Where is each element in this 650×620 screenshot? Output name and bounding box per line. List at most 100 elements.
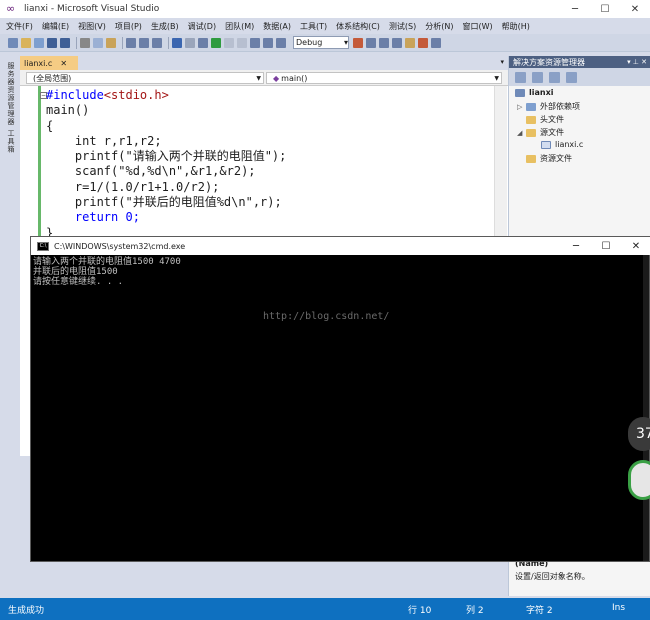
show-all-files-icon[interactable] bbox=[532, 71, 543, 83]
menu-analyze[interactable]: 分析(N) bbox=[425, 21, 453, 32]
console-minimize-button[interactable]: ─ bbox=[561, 237, 591, 255]
save-icon[interactable] bbox=[47, 37, 57, 48]
refresh-icon[interactable] bbox=[549, 71, 560, 83]
menu-view[interactable]: 视图(V) bbox=[78, 21, 106, 32]
tree-item-label: 头文件 bbox=[540, 115, 564, 124]
navigate-icon[interactable] bbox=[198, 37, 208, 48]
start-debugging-icon[interactable] bbox=[211, 37, 221, 48]
tab-lianxi-c[interactable]: lianxi.c ✕ bbox=[20, 56, 78, 70]
tree-external-deps[interactable]: ▷ 外部依赖项 bbox=[517, 101, 580, 112]
tree-resource-files[interactable]: 资源文件 bbox=[526, 153, 572, 164]
chevron-down-icon: ▼ bbox=[256, 74, 261, 82]
uncomment-icon[interactable] bbox=[152, 37, 162, 48]
pause-icon[interactable] bbox=[224, 37, 234, 48]
include-file: <stdio.h> bbox=[103, 88, 169, 102]
pane-pin-controls[interactable]: ▾ ⊥ ✕ bbox=[627, 58, 647, 66]
object-browser-icon[interactable] bbox=[392, 37, 402, 48]
minimize-button[interactable]: ─ bbox=[560, 0, 590, 18]
menu-window[interactable]: 窗口(W) bbox=[462, 21, 492, 32]
properties-icon[interactable] bbox=[515, 71, 526, 83]
paste-icon[interactable] bbox=[106, 37, 116, 48]
solution-toolbar bbox=[509, 68, 650, 86]
folder-icon bbox=[526, 115, 536, 124]
menu-team[interactable]: 团队(M) bbox=[225, 21, 254, 32]
console-window[interactable]: C:\ C:\WINDOWS\system32\cmd.exe ─ ☐ ✕ 请输… bbox=[30, 236, 650, 562]
configuration-value: Debug bbox=[296, 38, 323, 47]
expand-icon[interactable]: ▷ bbox=[517, 103, 523, 111]
view-class-diagram-icon[interactable] bbox=[566, 71, 577, 83]
floating-badge[interactable]: 37 bbox=[628, 417, 650, 451]
console-close-button[interactable]: ✕ bbox=[621, 237, 650, 255]
console-scrollbar[interactable] bbox=[643, 255, 649, 561]
tree-source-files[interactable]: ◢ 源文件 bbox=[517, 127, 564, 138]
comment-icon[interactable] bbox=[139, 37, 149, 48]
tree-header-files[interactable]: 头文件 bbox=[526, 114, 564, 125]
dependencies-icon bbox=[526, 102, 536, 111]
add-item-icon[interactable] bbox=[34, 37, 44, 48]
menu-architecture[interactable]: 体系结构(C) bbox=[336, 21, 380, 32]
status-message: 生成成功 bbox=[8, 606, 45, 616]
editor-scrollbar[interactable] bbox=[494, 86, 507, 236]
scope-value: (全局范围) bbox=[33, 73, 72, 83]
tab-dropdown-icon[interactable]: ▾ bbox=[500, 58, 504, 66]
code-text: #include<stdio.h> main() { int r,r1,r2; … bbox=[46, 88, 286, 241]
toolbar: Debug ▾ bbox=[0, 34, 650, 52]
menu-project[interactable]: 项目(P) bbox=[115, 21, 142, 32]
code-line: { bbox=[46, 118, 54, 133]
menu-edit[interactable]: 编辑(E) bbox=[42, 21, 69, 32]
solution-explorer-icon[interactable] bbox=[366, 37, 376, 48]
status-bar: 生成成功 行 10 列 2 字符 2 Ins bbox=[0, 598, 650, 620]
method-icon: ◆ bbox=[273, 73, 280, 83]
properties-icon[interactable] bbox=[379, 37, 389, 48]
menu-bar: 文件(F) 编辑(E) 视图(V) 项目(P) 生成(B) 调试(D) 团队(M… bbox=[0, 18, 650, 34]
step-out-icon[interactable] bbox=[276, 37, 286, 48]
undo-icon[interactable] bbox=[172, 37, 182, 48]
toolbox-icon[interactable] bbox=[405, 37, 415, 48]
find-in-files-icon[interactable] bbox=[353, 37, 363, 48]
menu-help[interactable]: 帮助(H) bbox=[502, 21, 530, 32]
menu-file[interactable]: 文件(F) bbox=[6, 21, 33, 32]
watermark: http://blog.csdn.net/ bbox=[263, 311, 390, 322]
copy-icon[interactable] bbox=[93, 37, 103, 48]
gauge-icon[interactable] bbox=[628, 460, 650, 500]
code-line: main() bbox=[46, 103, 90, 118]
find-icon[interactable] bbox=[126, 37, 136, 48]
open-icon[interactable] bbox=[21, 37, 31, 48]
menu-test[interactable]: 测试(S) bbox=[389, 21, 416, 32]
console-maximize-button[interactable]: ☐ bbox=[591, 237, 621, 255]
toolbar-separator bbox=[168, 36, 169, 49]
tree-project[interactable]: lianxi bbox=[515, 88, 553, 97]
collapse-icon[interactable]: ◢ bbox=[517, 129, 523, 137]
menu-debug[interactable]: 调试(D) bbox=[188, 21, 216, 32]
scope-dropdown[interactable]: (全局范围) ▼ bbox=[26, 72, 264, 84]
c-file-icon bbox=[541, 140, 551, 149]
close-tab-icon[interactable]: ✕ bbox=[60, 59, 67, 68]
tree-item-label: lianxi.c bbox=[555, 140, 584, 149]
configuration-dropdown[interactable]: Debug ▾ bbox=[293, 36, 349, 49]
status-line: 行 10 bbox=[408, 606, 432, 616]
menu-tools[interactable]: 工具(T) bbox=[300, 21, 327, 32]
extension-icon[interactable] bbox=[431, 37, 441, 48]
close-button[interactable]: ✕ bbox=[620, 0, 650, 18]
code-line: return 0; bbox=[74, 210, 140, 225]
server-explorer-tab[interactable]: 服务器资源管理器 工具箱 bbox=[6, 62, 16, 153]
step-icon[interactable] bbox=[250, 37, 260, 48]
cut-icon[interactable] bbox=[80, 37, 90, 48]
function-dropdown[interactable]: ◆ main() ▼ bbox=[266, 72, 502, 84]
window-title: lianxi - Microsoft Visual Studio bbox=[24, 4, 160, 14]
title-bar: ∞ lianxi - Microsoft Visual Studio ─ ☐ ✕ bbox=[0, 0, 650, 18]
tree-item-label: 外部依赖项 bbox=[540, 102, 580, 111]
stop-icon[interactable] bbox=[237, 37, 247, 48]
tree-lianxi-c[interactable]: lianxi.c bbox=[541, 140, 583, 149]
save-all-icon[interactable] bbox=[60, 37, 70, 48]
menu-data[interactable]: 数据(A) bbox=[263, 21, 291, 32]
console-icon: C:\ bbox=[37, 241, 49, 251]
step-over-icon[interactable] bbox=[263, 37, 273, 48]
navigation-bar: (全局范围) ▼ ◆ main() ▼ bbox=[20, 70, 508, 86]
redo-icon[interactable] bbox=[185, 37, 195, 48]
status-insert-mode: Ins bbox=[612, 603, 626, 613]
maximize-button[interactable]: ☐ bbox=[590, 0, 620, 18]
new-project-icon[interactable] bbox=[8, 37, 18, 48]
start-page-icon[interactable] bbox=[418, 37, 428, 48]
menu-build[interactable]: 生成(B) bbox=[151, 21, 179, 32]
